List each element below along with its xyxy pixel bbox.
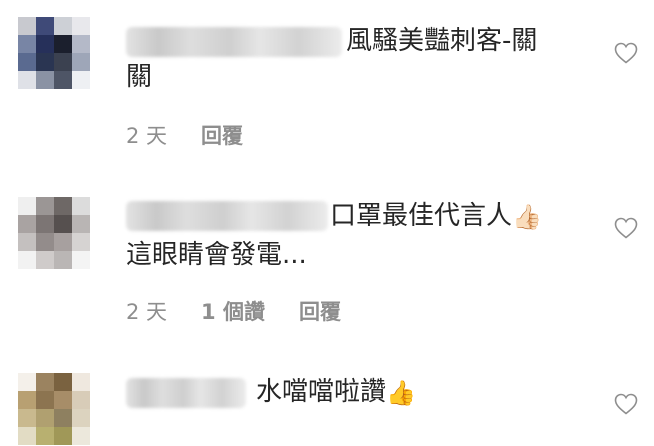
- comment-text-line1: 風騷美豔刺客-: [346, 26, 512, 56]
- comment-time: 2 天: [126, 124, 168, 148]
- heart-icon[interactable]: [614, 217, 638, 239]
- comment-text: 口罩最佳代言人👍🏻: [330, 199, 542, 234]
- username-blurred[interactable]: [126, 378, 246, 408]
- reply-button[interactable]: 回覆: [299, 298, 341, 326]
- comment-text-line1: 水噹噹啦讚: [256, 377, 387, 407]
- comment-text-line1: 口罩最佳代言人: [330, 201, 513, 231]
- comment-text: 水噹噹啦讚👍: [256, 375, 416, 410]
- avatar[interactable]: [18, 197, 90, 269]
- comment-time: 2 天: [126, 300, 168, 324]
- avatar[interactable]: [18, 373, 90, 445]
- comment-text: 風騷美豔刺客-關: [346, 24, 537, 58]
- thumbs-up-icon: 👍: [386, 378, 416, 407]
- likes-count[interactable]: 1 個讚: [201, 298, 265, 326]
- heart-icon[interactable]: [614, 42, 638, 64]
- avatar[interactable]: [18, 17, 90, 89]
- comment-meta: 2 天 1 個讚 回覆: [126, 298, 341, 326]
- comment-text-line2: 這眼睛會發電...: [126, 240, 307, 270]
- reply-button[interactable]: 回覆: [201, 122, 243, 150]
- comment-text-line2: 關: [126, 62, 153, 92]
- thumbs-up-icon: 👍🏻: [512, 202, 542, 231]
- username-blurred[interactable]: [126, 201, 328, 231]
- comment-meta: 2 天 回覆: [126, 122, 243, 150]
- username-blurred[interactable]: [126, 27, 342, 57]
- heart-icon[interactable]: [614, 393, 638, 415]
- comment-text-line1-end: 關: [511, 26, 538, 56]
